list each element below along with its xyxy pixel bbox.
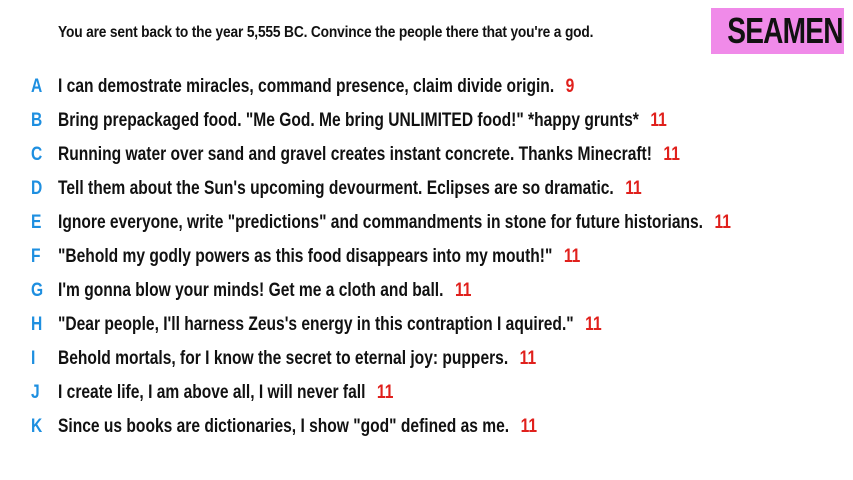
answer-body: Bring prepackaged food. "Me God. Me brin… <box>58 110 639 131</box>
answer-letter: B <box>31 110 43 131</box>
logo-text: SEAMEN <box>727 10 843 51</box>
answer-text: Ignore everyone, write "predictions" and… <box>58 208 731 238</box>
answer-letter: G <box>31 280 44 301</box>
logo: SEAMEN <box>711 8 844 54</box>
answer-letter: D <box>31 178 43 199</box>
answer-score: 11 <box>625 178 642 199</box>
answer-text: I can demostrate miracles, command prese… <box>58 72 574 102</box>
answer-letter: E <box>31 212 42 233</box>
answer-letter: H <box>31 314 43 335</box>
answer-text: I create life, I am above all, I will ne… <box>58 378 393 408</box>
answer-score: 11 <box>650 110 667 131</box>
answer-text: "Dear people, I'll harness Zeus's energy… <box>58 310 602 340</box>
answer-body: "Dear people, I'll harness Zeus's energy… <box>58 314 574 335</box>
answer-score: 11 <box>663 144 680 165</box>
answer-letter: I <box>31 348 36 369</box>
answer-text: "Behold my godly powers as this food dis… <box>58 242 580 272</box>
answer-text: Since us books are dictionaries, I show … <box>58 412 537 442</box>
answer-body: Tell them about the Sun's upcoming devou… <box>58 178 614 199</box>
answer-body: "Behold my godly powers as this food dis… <box>58 246 553 267</box>
answer-score: 11 <box>563 246 581 267</box>
answer-text: Tell them about the Sun's upcoming devou… <box>58 174 642 204</box>
answer-body: Running water over sand and gravel creat… <box>58 144 652 165</box>
answer-text: Bring prepackaged food. "Me God. Me brin… <box>58 106 667 136</box>
prompt-text: You are sent back to the year 5,555 BC. … <box>58 24 594 41</box>
answer-score: 11 <box>520 416 538 437</box>
answer-score: 11 <box>376 382 394 403</box>
answer-text: I'm gonna blow your minds! Get me a clot… <box>58 276 471 306</box>
answer-text: Running water over sand and gravel creat… <box>58 140 680 170</box>
answer-letter: J <box>31 382 40 403</box>
answer-body: I'm gonna blow your minds! Get me a clot… <box>58 280 444 301</box>
answer-body: I can demostrate miracles, command prese… <box>58 76 555 97</box>
answer-letter: K <box>31 416 43 437</box>
answer-text: Behold mortals, for I know the secret to… <box>58 344 536 374</box>
answer-body: I create life, I am above all, I will ne… <box>58 382 366 403</box>
answer-letter: A <box>31 76 43 97</box>
answer-body: Since us books are dictionaries, I show … <box>58 416 510 437</box>
answer-letter: F <box>31 246 41 267</box>
answer-body: Behold mortals, for I know the secret to… <box>58 348 509 369</box>
answer-score: 9 <box>565 76 575 97</box>
answer-score: 11 <box>585 314 602 335</box>
answer-score: 11 <box>519 348 537 369</box>
answer-body: Ignore everyone, write "predictions" and… <box>58 212 704 233</box>
answer-score: 11 <box>454 280 472 301</box>
answer-score: 11 <box>714 212 731 233</box>
answer-letter: C <box>31 144 43 165</box>
